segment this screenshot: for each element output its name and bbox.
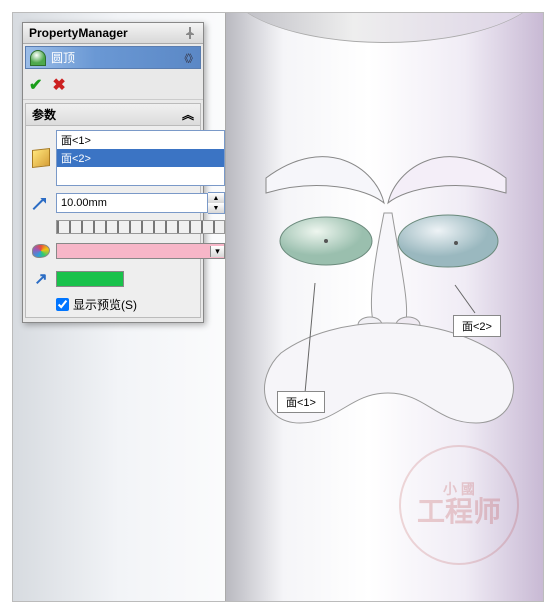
face-selection-icon [30,147,52,169]
callout-face-2[interactable]: 面<2> [453,315,501,337]
property-manager-panel: PropertyManager 圆顶 《 》 ✔ ✖ 参数 ︽ 面<1> 面<2… [22,22,204,323]
model-cylinder [225,12,544,602]
dome-feature-icon [30,50,46,66]
chevron-down-icon[interactable]: ▾ [210,246,224,257]
callout-face-2-label: 面<2> [462,321,492,333]
feature-header[interactable]: 圆顶 《 》 [25,46,201,69]
distance-slider[interactable] [56,220,225,234]
collapse-icon[interactable]: ︽ [182,106,194,123]
callout-face-1-label: 面<1> [286,397,316,409]
feature-name: 圆顶 [51,49,75,66]
preview-checkbox[interactable] [56,298,69,311]
arrows-icon[interactable]: 《 》 [179,50,196,65]
pin-icon[interactable] [183,26,197,40]
distance-input[interactable] [56,193,208,213]
color-swatch-green[interactable] [56,271,124,287]
callout-face-1[interactable]: 面<1> [277,391,325,413]
distance-row: ▲ ▼ [56,192,225,214]
face-sketch [226,12,544,602]
property-manager-titlebar[interactable]: PropertyManager [23,23,203,44]
cancel-button[interactable]: ✖ [52,75,65,95]
color-swatch-pink[interactable]: ▾ [56,243,225,259]
params-title: 参数 [32,106,56,123]
face-selection-list[interactable]: 面<1> 面<2> [56,130,225,186]
params-section-header[interactable]: 参数 ︽ [25,103,201,126]
distance-icon [30,192,52,214]
list-item[interactable]: 面<2> [57,149,224,167]
confirm-row: ✔ ✖ [23,71,203,100]
spin-up-button[interactable]: ▲ [208,193,224,203]
property-manager-title: PropertyManager [29,26,128,40]
preview-label: 显示预览(S) [73,296,137,313]
graphics-viewport[interactable]: 面<1> 面<2> 小 國 工程师 PropertyManager 圆顶 《 》… [12,12,544,602]
preview-row: 显示预览(S) [30,296,225,313]
params-section-body: 面<1> 面<2> ▲ ▼ ▾ ↗ 显示预览(S) [25,126,201,318]
color-icon [30,240,52,262]
spin-down-button[interactable]: ▼ [208,203,224,213]
direction-icon: ↗ [30,268,52,290]
distance-spinner: ▲ ▼ [208,192,225,214]
ok-button[interactable]: ✔ [29,75,42,95]
list-item[interactable]: 面<1> [57,131,224,149]
